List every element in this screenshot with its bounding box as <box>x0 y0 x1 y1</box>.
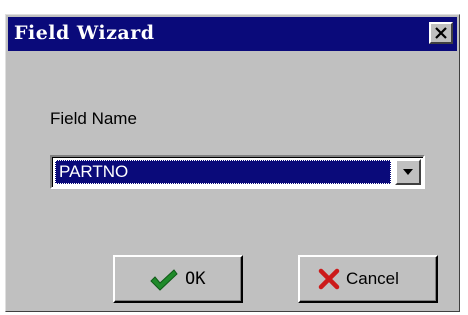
ok-button[interactable]: OK <box>113 255 243 303</box>
x-icon <box>318 268 340 290</box>
title-bar[interactable]: Field Wizard <box>8 17 457 51</box>
field-name-label: Field Name <box>50 109 137 128</box>
ok-button-label: OK <box>185 269 206 289</box>
close-icon <box>435 27 447 39</box>
field-name-dropdown-button[interactable] <box>395 159 421 185</box>
field-wizard-dialog: Field Wizard Field Name PARTNO OK Cancel <box>5 14 460 312</box>
checkmark-icon <box>150 269 178 291</box>
cancel-button-label: Cancel <box>346 269 399 288</box>
window-title: Field Wizard <box>14 22 155 44</box>
field-name-selected-value[interactable]: PARTNO <box>55 160 391 184</box>
chevron-down-icon <box>403 169 413 175</box>
close-button[interactable] <box>429 22 453 44</box>
cancel-button[interactable]: Cancel <box>298 255 438 303</box>
field-name-select[interactable]: PARTNO <box>50 155 425 189</box>
